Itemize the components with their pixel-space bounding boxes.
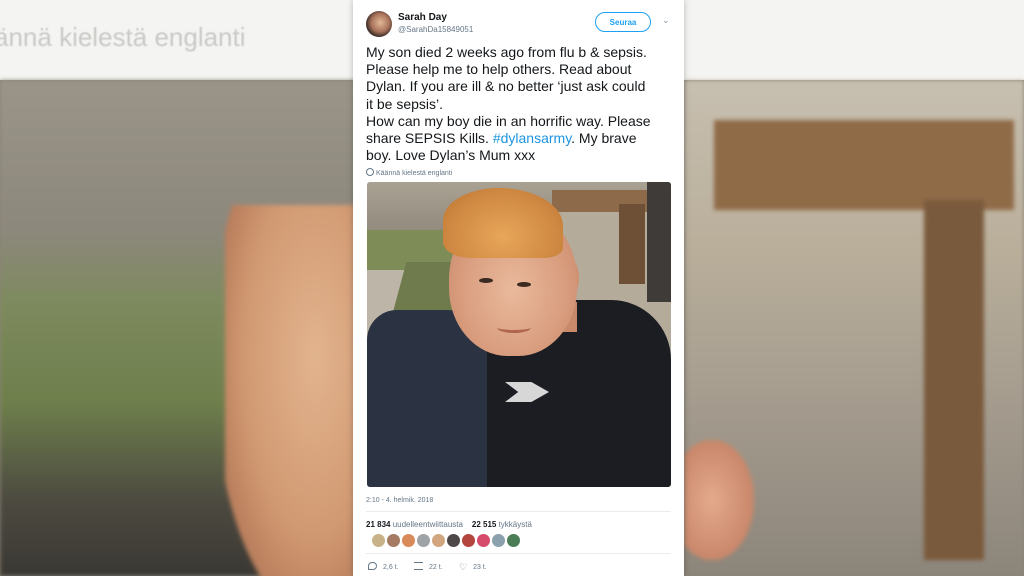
photo-table-post — [619, 204, 645, 284]
tweet-text-line: Please help me to help others. Read abou… — [366, 61, 632, 78]
translate-label: Käännä kielestä englanti — [376, 170, 453, 177]
photo-eye-left — [479, 278, 493, 283]
tweet-text-line: share SEPSIS Kills. — [366, 130, 493, 147]
divider — [366, 553, 671, 554]
avatar[interactable] — [447, 534, 460, 547]
author-handle[interactable]: @SarahDa15849051 — [398, 25, 473, 34]
photo-mouth — [497, 322, 531, 333]
avatar[interactable] — [507, 534, 520, 547]
tweet-timestamp[interactable]: 2:10 - 4. helmik. 2018 — [366, 497, 433, 504]
retweet-button[interactable]: 22 t. — [414, 562, 443, 572]
avatar[interactable] — [417, 534, 430, 547]
hashtag-link[interactable]: #dylansarmy — [493, 130, 571, 146]
background-table-beam — [714, 120, 1014, 210]
tweet-text-line: . My brave — [571, 130, 637, 147]
engagement-stats: 21 834 uudelleentwiittausta 22 515 tykkä… — [366, 520, 532, 529]
tweet-photo[interactable] — [367, 182, 671, 487]
heart-icon: ♡ — [459, 562, 468, 572]
retweets-label[interactable]: uudelleentwiittausta — [393, 520, 463, 529]
divider — [366, 511, 671, 512]
reply-button[interactable]: 2,6 t. — [368, 562, 399, 572]
avatar[interactable] — [372, 534, 385, 547]
avatar[interactable] — [477, 534, 490, 547]
avatar[interactable] — [432, 534, 445, 547]
avatar[interactable] — [366, 11, 392, 37]
background-photo-right — [684, 80, 1024, 576]
avatar[interactable] — [492, 534, 505, 547]
background-ear — [684, 440, 754, 560]
chevron-down-icon[interactable]: ⌄ — [662, 15, 670, 26]
like-button[interactable]: ♡ 23 t. — [459, 562, 487, 572]
avatar[interactable] — [387, 534, 400, 547]
retweet-count: 22 t. — [429, 564, 443, 571]
tweet-text-line: boy. Love Dylan’s Mum xxx — [366, 147, 536, 164]
reply-count: 2,6 t. — [383, 564, 399, 571]
follow-button[interactable]: Seuraa — [595, 12, 651, 32]
retweets-count[interactable]: 21 834 — [366, 520, 390, 529]
globe-icon — [366, 168, 374, 176]
likes-count[interactable]: 22 515 — [472, 520, 496, 529]
tweet-text-line: My son died 2 weeks ago from flu b & sep… — [366, 44, 647, 60]
retweet-icon — [414, 562, 423, 570]
like-count: 23 t. — [473, 564, 487, 571]
background-translate-text: ännä kielestä englanti — [0, 22, 246, 52]
tweet-text-line: How can my boy die in an horrific way. P… — [366, 112, 651, 129]
photo-eye-right — [517, 282, 531, 287]
reply-icon — [368, 562, 377, 570]
avatar[interactable] — [402, 534, 415, 547]
tweet-text-line: it be sepsis’. — [366, 95, 444, 112]
background-table-post — [924, 200, 984, 560]
tweet-text-line: Dylan. If you are ill & no better ‘just … — [366, 78, 646, 95]
avatar[interactable] — [462, 534, 475, 547]
tweet-text: My son died 2 weeks ago from flu b & sep… — [366, 44, 676, 164]
tweet-card: Sarah Day @SarahDa15849051 Seuraa ⌄ My s… — [353, 0, 684, 576]
photo-legs — [647, 182, 671, 302]
background-photo-left — [0, 80, 405, 576]
translate-link[interactable]: Käännä kielestä englanti — [366, 168, 452, 177]
likes-label[interactable]: tykkäystä — [499, 520, 532, 529]
author-name[interactable]: Sarah Day — [398, 12, 447, 23]
